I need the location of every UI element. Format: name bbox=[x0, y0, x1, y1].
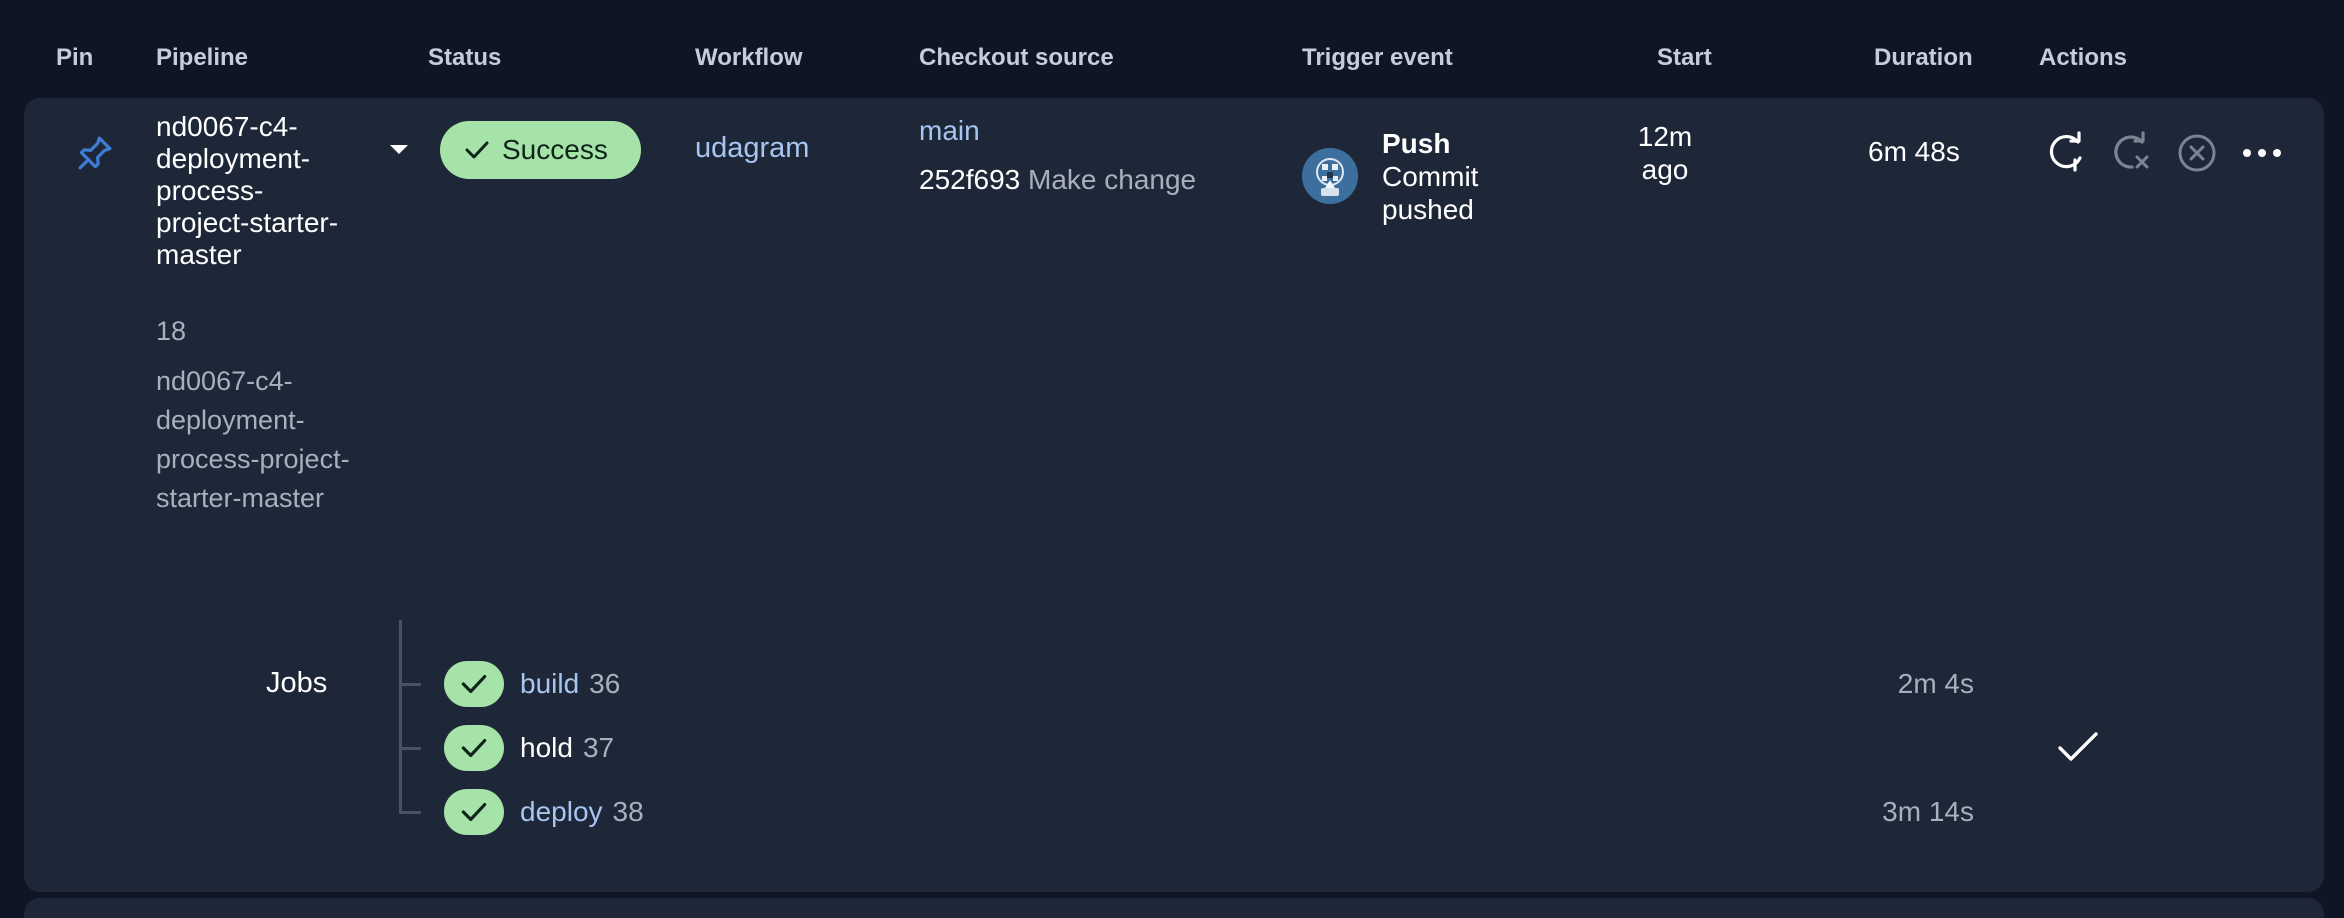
pipeline-name[interactable]: nd0067-c4-deployment-process-project-sta… bbox=[156, 111, 356, 271]
rerun-failed-icon[interactable] bbox=[2110, 130, 2154, 174]
job-status-badge[interactable] bbox=[444, 725, 504, 771]
avatar bbox=[1302, 148, 1358, 204]
pipeline-duration: 6m 48s bbox=[1868, 136, 1960, 167]
col-header-pipeline: Pipeline bbox=[156, 44, 249, 71]
pipeline-number: 18 bbox=[156, 316, 187, 346]
job-name: hold bbox=[520, 732, 573, 763]
job-number: 36 bbox=[589, 668, 621, 699]
cancel-icon[interactable] bbox=[2176, 132, 2218, 174]
col-header-duration: Duration bbox=[1874, 44, 1973, 71]
col-header-workflow: Workflow bbox=[695, 44, 803, 71]
jobs-tree-line bbox=[399, 620, 402, 813]
check-icon bbox=[465, 141, 489, 159]
jobs-tree-branch bbox=[399, 747, 421, 750]
trigger-description: Commit pushed bbox=[1382, 161, 1479, 225]
col-header-status: Status bbox=[428, 44, 502, 71]
more-icon[interactable] bbox=[2240, 140, 2284, 166]
job-name[interactable]: build bbox=[520, 668, 579, 699]
check-icon bbox=[461, 674, 487, 694]
trigger-type: Push bbox=[1382, 128, 1451, 159]
job-name[interactable]: deploy bbox=[520, 796, 603, 827]
col-header-pin: Pin bbox=[56, 44, 94, 71]
job-number: 37 bbox=[582, 732, 615, 763]
job-duration: 3m 14s bbox=[1882, 796, 1974, 827]
commit-sha[interactable]: 252f693 bbox=[919, 164, 1020, 195]
rerun-icon[interactable] bbox=[2046, 130, 2090, 174]
branch-link[interactable]: main bbox=[919, 115, 980, 147]
chevron-down-icon[interactable] bbox=[386, 138, 412, 160]
jobs-tree-branch bbox=[399, 683, 421, 686]
job-duration: 2m 4s bbox=[1897, 668, 1974, 699]
workflow-link[interactable]: udagram bbox=[695, 132, 809, 165]
next-row-card-edge bbox=[24, 898, 2324, 918]
check-icon bbox=[461, 802, 487, 822]
check-icon bbox=[461, 738, 487, 758]
col-header-checkout: Checkout source bbox=[919, 44, 1114, 71]
pipeline-row-card bbox=[24, 98, 2324, 892]
status-label: Success bbox=[502, 134, 608, 165]
job-status-badge[interactable] bbox=[444, 789, 504, 835]
status-badge[interactable]: Success bbox=[440, 121, 641, 179]
col-header-actions: Actions bbox=[2039, 44, 2128, 71]
jobs-tree-branch bbox=[399, 811, 421, 814]
job-item-build[interactable]: build 36 bbox=[520, 668, 620, 700]
approve-check-icon[interactable] bbox=[2056, 728, 2100, 768]
job-item-deploy[interactable]: deploy 38 bbox=[520, 796, 644, 828]
job-item-hold[interactable]: hold 37 bbox=[520, 732, 614, 764]
job-status-badge[interactable] bbox=[444, 661, 504, 707]
commit-info[interactable]: 252f693 Make change bbox=[919, 164, 1196, 196]
commit-message: Make change bbox=[1028, 164, 1197, 195]
start-time: 12m ago bbox=[1637, 121, 1693, 185]
job-number: 38 bbox=[612, 796, 644, 827]
pin-icon[interactable] bbox=[74, 132, 116, 174]
pipeline-project-slug: nd0067-c4-deployment-process-project-sta… bbox=[156, 366, 350, 513]
col-header-trigger: Trigger event bbox=[1302, 44, 1453, 71]
col-header-start: Start bbox=[1657, 44, 1712, 71]
jobs-label: Jobs bbox=[266, 667, 328, 699]
